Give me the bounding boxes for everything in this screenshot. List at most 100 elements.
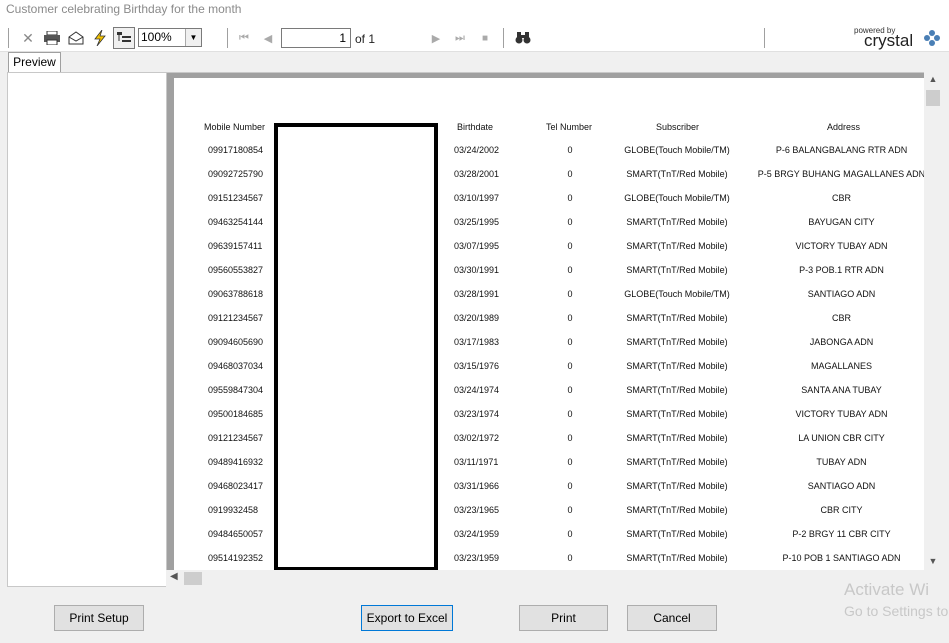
table-cell: 03/25/1995 (454, 217, 500, 227)
cancel-button[interactable]: Cancel (627, 605, 717, 631)
table-cell: SMART(TnT/Red Mobile) (626, 433, 728, 443)
previous-page-icon[interactable]: ◀ (260, 27, 276, 49)
table-cell: 0 (567, 169, 573, 179)
group-tree-icon[interactable] (113, 27, 135, 49)
table-cell: SMART(TnT/Red Mobile) (626, 553, 728, 563)
chevron-down-icon[interactable]: ▼ (185, 29, 201, 46)
table-cell: CBR (831, 313, 851, 323)
refresh-lightning-icon[interactable] (90, 27, 110, 49)
print-button[interactable]: Print (519, 605, 608, 631)
table-cell: 03/07/1995 (454, 241, 500, 251)
table-cell: 03/11/1971 (454, 457, 499, 467)
tab-preview[interactable]: Preview (8, 52, 61, 72)
scroll-left-icon[interactable]: ◀ (170, 571, 178, 582)
table-cell: P-10 POB 1 SANTIAGO ADN (782, 553, 901, 563)
table-cell: 0 (567, 385, 573, 395)
table-cell: 09063788618 (208, 289, 264, 299)
next-page-icon[interactable]: ▶ (428, 27, 444, 49)
export-icon[interactable] (66, 27, 86, 49)
page-number-input[interactable]: 1 (281, 28, 351, 48)
toolbar-separator (8, 28, 9, 48)
table-cell: 03/24/1974 (454, 385, 500, 395)
table-cell: 03/23/1959 (454, 553, 500, 563)
vertical-scrollbar[interactable]: ▲ ▼ (924, 72, 942, 570)
table-cell: 09151234567 (208, 193, 264, 203)
column-header-birthdate: Birthdate (457, 122, 494, 132)
scroll-thumb-horizontal[interactable] (184, 572, 202, 585)
export-to-excel-button[interactable]: Export to Excel (361, 605, 453, 631)
table-cell: 0 (567, 361, 573, 371)
table-cell: 0 (567, 265, 573, 275)
table-cell: 0 (567, 433, 573, 443)
first-page-icon[interactable]: ⏮ (236, 27, 252, 49)
table-cell: BAYUGAN CITY (808, 217, 875, 227)
table-cell: SMART(TnT/Red Mobile) (626, 457, 728, 467)
table-cell: 09121234567 (208, 313, 264, 323)
activation-watermark-subtitle: Go to Settings to (844, 603, 949, 619)
table-cell: SMART(TnT/Red Mobile) (626, 409, 728, 419)
table-cell: VICTORY TUBAY ADN (795, 241, 888, 251)
stop-icon[interactable]: ■ (478, 27, 492, 49)
table-cell: SANTA ANA TUBAY (801, 385, 882, 395)
table-cell: 09484650057 (208, 529, 264, 539)
column-header-subscriber: Subscriber (656, 122, 700, 132)
table-cell: 09468037034 (208, 361, 264, 371)
table-cell: CBR (831, 193, 851, 203)
title-bar: Customer celebrating Birthday for the mo… (0, 0, 949, 24)
table-cell: SMART(TnT/Red Mobile) (626, 169, 728, 179)
column-header-address: Address (827, 122, 861, 132)
table-cell: 09121234567 (208, 433, 264, 443)
last-page-icon[interactable]: ⏭ (452, 27, 468, 49)
table-cell: 0 (567, 217, 573, 227)
table-cell: P-2 BRGY 11 CBR CITY (792, 529, 891, 539)
table-cell: P-6 BALANGBALANG RTR ADN (775, 145, 908, 155)
scroll-down-icon[interactable]: ▼ (924, 556, 942, 570)
report-window: Customer celebrating Birthday for the mo… (0, 0, 949, 643)
scroll-up-icon[interactable]: ▲ (924, 74, 942, 88)
toolbar: ✕ 100% ▼ ⏮ ◀ 1 of 1 ▶ ⏭ ■ (0, 24, 949, 52)
crystal-logo: powered by crystal (852, 26, 942, 52)
print-setup-button[interactable]: Print Setup (54, 605, 144, 631)
table-cell: SMART(TnT/Red Mobile) (626, 385, 728, 395)
table-cell: 0919932458 (208, 505, 259, 515)
page-total-label: of 1 (355, 32, 376, 46)
horizontal-scrollbar[interactable]: ◀ (166, 570, 942, 587)
table-cell: 09500184685 (208, 409, 264, 419)
table-cell: SMART(TnT/Red Mobile) (626, 505, 728, 515)
table-cell: 0 (567, 241, 573, 251)
print-icon[interactable] (42, 27, 62, 49)
brand-name: crystal (864, 31, 914, 50)
table-cell: GLOBE(Touch Mobile/TM) (624, 289, 730, 299)
group-tree-panel[interactable] (7, 72, 167, 587)
table-cell: 0 (567, 457, 573, 467)
table-cell: 09560553827 (208, 265, 264, 275)
table-cell: 03/17/1983 (454, 337, 500, 347)
table-cell: 0 (567, 505, 573, 515)
table-cell: 09094605690 (208, 337, 264, 347)
table-cell: SANTIAGO ADN (807, 481, 876, 491)
zoom-select[interactable]: 100% ▼ (138, 28, 202, 47)
table-cell: 09489416932 (208, 457, 264, 467)
redacted-name-column (274, 123, 438, 570)
table-cell: 09092725790 (208, 169, 264, 179)
find-binoculars-icon[interactable] (512, 27, 534, 49)
table-cell: 03/31/1966 (454, 481, 500, 491)
table-cell: TUBAY ADN (816, 457, 867, 467)
table-cell: 03/02/1972 (454, 433, 500, 443)
table-cell: SMART(TnT/Red Mobile) (626, 337, 728, 347)
table-cell: 0 (567, 529, 573, 539)
table-cell: 03/15/1976 (454, 361, 500, 371)
window-title: Customer celebrating Birthday for the mo… (6, 2, 242, 16)
table-cell: 09559847304 (208, 385, 264, 395)
table-cell: 03/10/1997 (454, 193, 500, 203)
table-cell: MAGALLANES (810, 361, 873, 371)
table-cell: SMART(TnT/Red Mobile) (626, 529, 728, 539)
table-cell: LA UNION CBR CITY (798, 433, 885, 443)
zoom-value: 100% (141, 30, 172, 44)
scroll-thumb[interactable] (926, 90, 940, 106)
close-report-icon[interactable]: ✕ (18, 27, 38, 49)
table-cell: 09514192352 (208, 553, 264, 563)
table-cell: 09917180854 (208, 145, 264, 155)
table-cell: SMART(TnT/Red Mobile) (626, 313, 728, 323)
table-cell: P-5 BRGY BUHANG MAGALLANES ADN (757, 169, 924, 179)
